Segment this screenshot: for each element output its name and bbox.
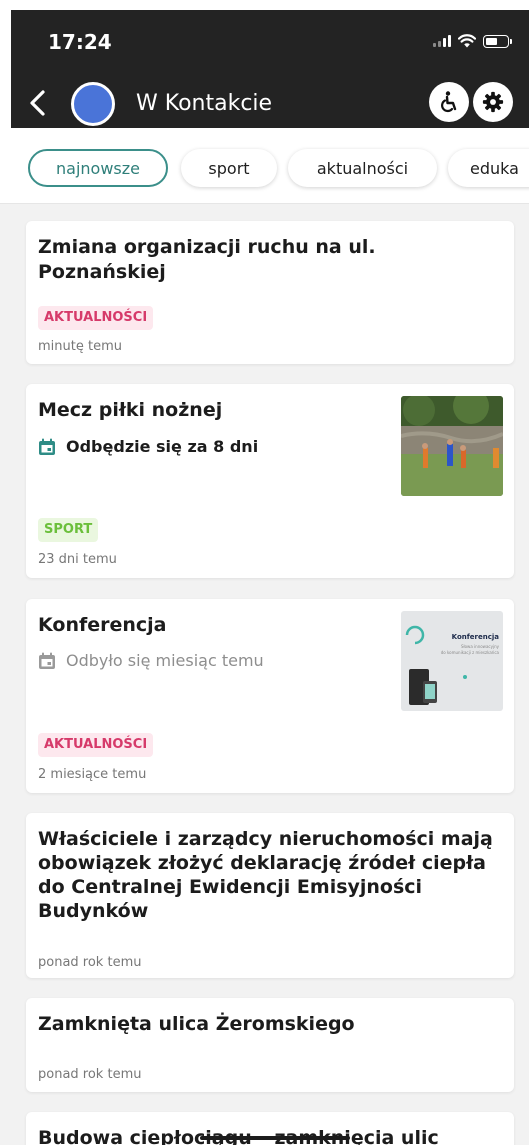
event-label: Odbyło się miesiąc temu: [66, 651, 264, 670]
home-indicator: [200, 1136, 350, 1140]
status-bar: 17:24: [11, 10, 529, 80]
category-badge: AKTUALNOŚCI: [38, 733, 154, 757]
tab-edukacja[interactable]: eduka: [448, 149, 529, 187]
event-date: Odbędzie się za 8 dni: [38, 437, 258, 456]
card-time: minutę temu: [38, 339, 122, 354]
card-title: Mecz piłki nożnej: [38, 399, 223, 421]
card-title: Zmiana organizacji ruchu na ul. Poznańsk…: [38, 236, 376, 283]
card-title: Konferencja: [38, 614, 167, 636]
soccer-photo: [401, 396, 503, 496]
news-card[interactable]: Właściciele i zarządcy nieruchomości maj…: [26, 813, 514, 978]
card-time: 2 miesiące temu: [38, 767, 147, 782]
chevron-left-icon[interactable]: [23, 86, 53, 120]
status-time: 17:24: [48, 30, 112, 54]
category-tabs: najnowsze sport aktualności eduka: [0, 128, 529, 204]
status-icons: [433, 34, 512, 48]
calendar-icon: [39, 652, 55, 669]
tab-label: najnowsze: [56, 158, 140, 178]
category-badge: AKTUALNOŚCI: [38, 306, 154, 330]
battery-icon: [483, 34, 512, 48]
card-time: 23 dni temu: [38, 552, 117, 567]
tab-label: eduka: [470, 158, 519, 178]
tab-sport[interactable]: sport: [181, 149, 277, 187]
card-time: ponad rok temu: [38, 955, 142, 970]
news-card[interactable]: Budowa ciepłociągu – zamknięcia ulic: [26, 1112, 514, 1145]
card-title: Zamknięta ulica Żeromskiego: [38, 1013, 355, 1035]
avatar[interactable]: [71, 82, 115, 126]
news-card[interactable]: Mecz piłki nożnej Odbędzie się za 8 dni: [26, 384, 514, 578]
settings-button[interactable]: [473, 82, 513, 122]
tab-label: aktualności: [316, 158, 409, 178]
gear-icon: [482, 91, 504, 113]
conference-thumbnail: Konferencja Słowa innowacyjny do komunik…: [401, 611, 503, 711]
card-time: ponad rok temu: [38, 1067, 142, 1082]
wifi-icon: [458, 34, 476, 48]
wheelchair-icon: [441, 91, 457, 113]
event-label: Odbędzie się za 8 dni: [66, 437, 259, 456]
news-feed: Zmiana organizacji ruchu na ul. Poznańsk…: [0, 204, 529, 1145]
event-date: Odbyło się miesiąc temu: [38, 651, 264, 670]
thumbnail-line: do komunikacji z mieszkańca: [440, 650, 499, 655]
calendar-icon: [39, 438, 55, 455]
page-title: W Kontakcie: [136, 91, 273, 116]
tab-label: sport: [208, 158, 250, 178]
cellular-signal-icon: [433, 35, 451, 47]
thumbnail-heading: Konferencja: [451, 633, 499, 641]
category-badge: SPORT: [38, 518, 99, 542]
card-title: Właściciele i zarządcy nieruchomości maj…: [38, 828, 493, 922]
news-card[interactable]: Zmiana organizacji ruchu na ul. Poznańsk…: [26, 221, 514, 364]
navbar: W Kontakcie: [11, 80, 529, 128]
thumbnail-line: Słowa innowacyjny: [460, 644, 499, 649]
news-card[interactable]: Zamknięta ulica Żeromskiego ponad rok te…: [26, 998, 514, 1092]
news-card[interactable]: Konferencja Odbyło się miesiąc temu Konf…: [26, 599, 514, 793]
top-header: 17:24 W Kontakcie: [11, 10, 529, 128]
tab-aktualnosci[interactable]: aktualności: [288, 149, 437, 187]
tab-najnowsze[interactable]: najnowsze: [28, 149, 168, 187]
accessibility-button[interactable]: [429, 82, 469, 122]
